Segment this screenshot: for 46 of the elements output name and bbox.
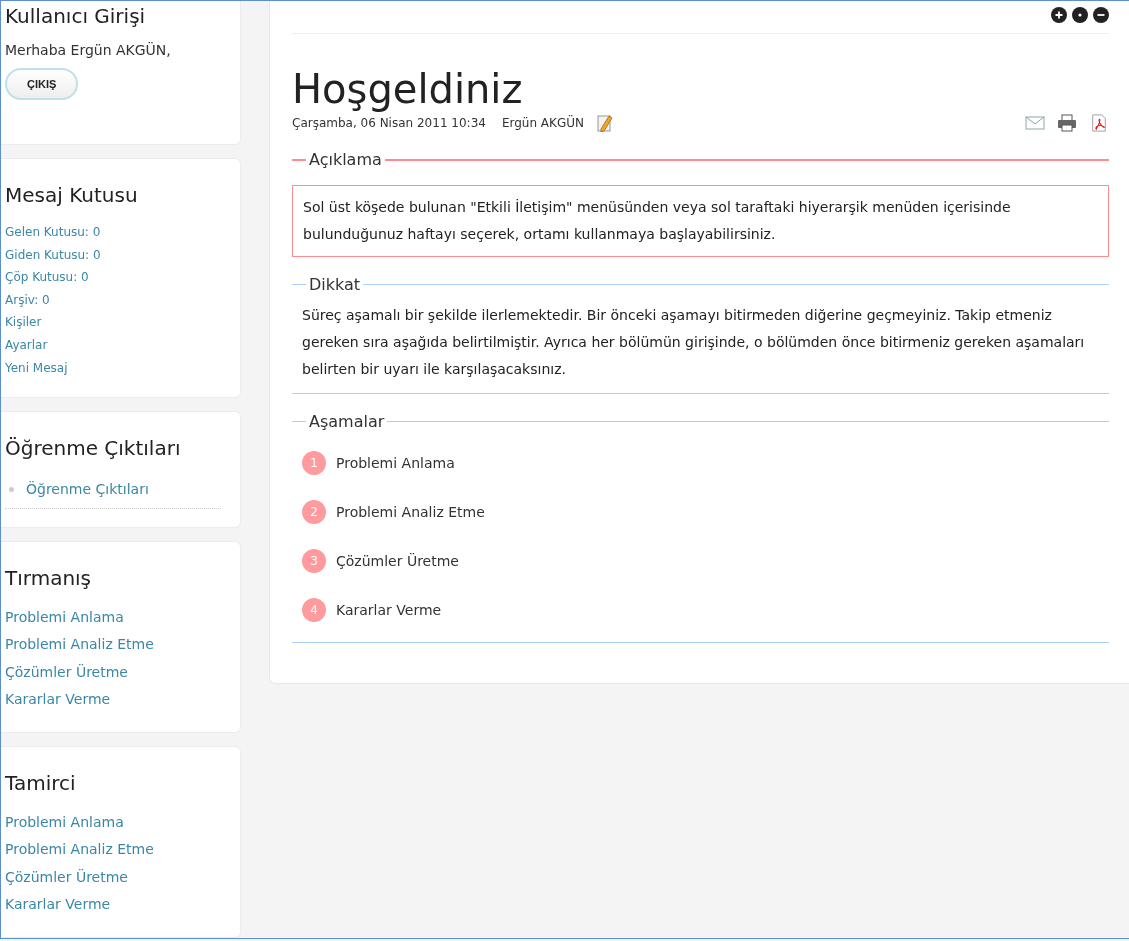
sidebar-link[interactable]: Giden Kutusu: 0	[5, 243, 236, 267]
step-number: 1	[302, 451, 326, 475]
card-title: Kullanıcı Girişi	[5, 4, 147, 28]
sidebar-link[interactable]: Problemi Analiz Etme	[5, 631, 236, 659]
article-title: Hoşgeldiniz	[292, 66, 524, 112]
zoom-in-icon[interactable]	[1051, 7, 1067, 23]
step-number: 4	[302, 598, 326, 622]
print-icon[interactable]	[1057, 114, 1077, 132]
notice-text: Sol üst köşede bulunan "Etkili İletişim" menüsünden veya sol taraftaki hiyerarşik menüden içerisinde bulunduğunuz haftayı seçerek, ortamı kullanmaya başlayabilirsiniz.	[303, 198, 1012, 244]
article-author: Ergün AKGÜN	[501, 116, 584, 130]
sidebar-link[interactable]: Çözümler Üretme	[5, 658, 236, 687]
logout-button[interactable]: ÇIKIŞ	[5, 68, 79, 100]
card-title: Mesaj Kutusu	[5, 183, 139, 207]
edit-icon[interactable]	[596, 114, 614, 132]
sidebar-link[interactable]: Kararlar Verme	[5, 891, 236, 919]
card-title: Öğrenme Çıktıları	[5, 436, 182, 461]
zoom-out-icon[interactable]	[1093, 7, 1109, 23]
step-label: Problemi Analiz Etme	[336, 504, 485, 520]
card-title: Tamirci	[5, 770, 77, 795]
sidebar-link[interactable]: Öğrenme Çıktıları	[26, 476, 149, 504]
section-legend: Dikkat	[309, 275, 361, 294]
sidebar-link[interactable]: Çöp Kutusu: 0	[5, 266, 236, 289]
sidebar-link[interactable]: Problemi Analiz Etme	[5, 836, 236, 864]
sidebar-link[interactable]: Problemi Anlama	[5, 603, 236, 632]
step-number: 3	[302, 549, 326, 573]
notice-text: Süreç aşamalı bir şekilde ilerlemektedir. Bir önceki aşamayı bitirmeden diğerine geçmeyiniz. Takip etmeniz gereken sıra aşağıda belirtilmiştir. Ayrıca her bölümün girişinde, o bölümden önce bitirmeniz gereken aşamaları belirten bir uyarı ile karşılaşacaksınız.	[301, 306, 1086, 379]
sidebar-link[interactable]: Ayarlar	[5, 333, 236, 357]
step-label: Kararlar Verme	[336, 602, 442, 618]
sidebar-link[interactable]: Gelen Kutusu: 0	[5, 221, 236, 244]
article-date: Çarşamba, 06 Nisan 2011 10:34	[292, 116, 486, 130]
card-title: Tırmanış	[5, 565, 93, 590]
section-legend: Açıklama	[309, 150, 382, 169]
step-label: Çözümler Üretme	[336, 553, 459, 569]
pdf-icon[interactable]	[1089, 114, 1109, 132]
sidebar-link[interactable]: Yeni Mesaj	[5, 356, 236, 380]
sidebar-link[interactable]: Çözümler Üretme	[5, 863, 236, 892]
step-number: 2	[302, 500, 326, 524]
sidebar-link[interactable]: Arşiv: 0	[5, 288, 236, 312]
section-legend: Aşamalar	[309, 412, 385, 431]
greeting-text: Merhaba Ergün AKGÜN,	[5, 42, 172, 58]
step-label: Problemi Anlama	[336, 455, 455, 471]
sidebar-link[interactable]: Kararlar Verme	[5, 686, 236, 714]
sidebar-link[interactable]: Kişiler	[5, 311, 236, 334]
bullet-icon	[9, 487, 14, 493]
reset-icon[interactable]	[1072, 7, 1088, 23]
sidebar-link[interactable]: Problemi Anlama	[5, 808, 236, 837]
